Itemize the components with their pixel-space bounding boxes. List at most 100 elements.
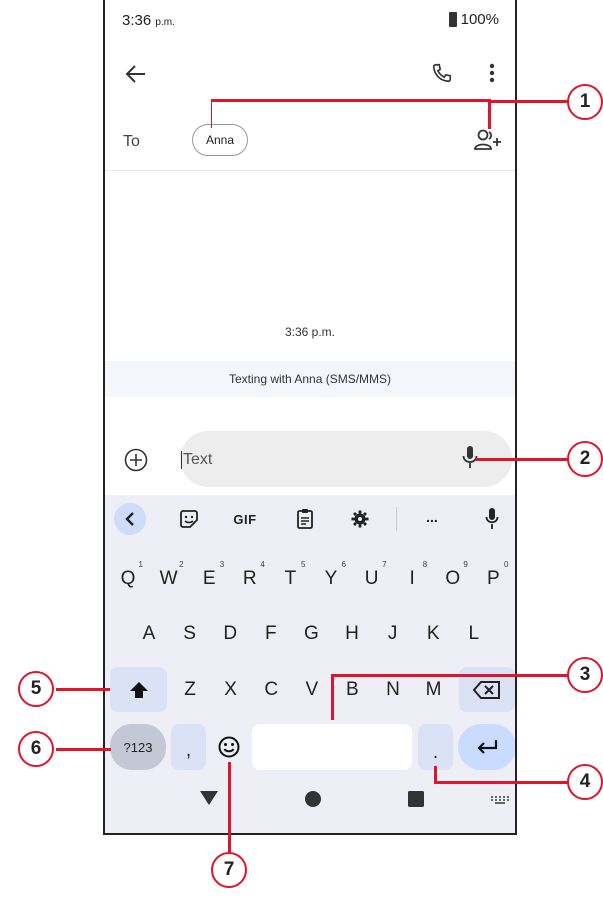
key-i[interactable]: I8 bbox=[393, 556, 431, 602]
backspace-icon bbox=[473, 680, 500, 699]
callout-2-line bbox=[476, 458, 568, 461]
key-label: E bbox=[202, 568, 216, 589]
callout-6: 6 bbox=[18, 731, 54, 767]
to-label: To bbox=[123, 133, 140, 150]
key-label: U bbox=[364, 568, 379, 589]
key-hint: 7 bbox=[382, 560, 387, 569]
key-hint: 6 bbox=[341, 560, 346, 569]
key-k[interactable]: K bbox=[414, 611, 452, 657]
key-o[interactable]: O9 bbox=[434, 556, 472, 602]
callout-5: 5 bbox=[18, 671, 54, 707]
key-label: T bbox=[284, 568, 297, 589]
key-hint: 0 bbox=[503, 560, 509, 569]
callout-6-line bbox=[56, 748, 111, 751]
key-s[interactable]: S bbox=[171, 611, 209, 657]
add-contact-icon[interactable] bbox=[474, 128, 502, 152]
key-label: I bbox=[409, 568, 415, 589]
key-label: W bbox=[159, 568, 178, 589]
phone-screen: 3:36 p.m. 100% To Anna 3:36 p.m. Texting… bbox=[103, 0, 517, 835]
comma-label: , bbox=[185, 740, 192, 761]
arrow-left-icon[interactable] bbox=[125, 64, 147, 84]
gif-button[interactable]: GIF bbox=[231, 508, 259, 530]
key-e[interactable]: E3 bbox=[190, 556, 228, 602]
period-key[interactable]: . bbox=[418, 724, 453, 770]
keyboard-switch-icon[interactable] bbox=[490, 795, 510, 805]
add-circle-icon[interactable] bbox=[124, 448, 148, 472]
key-l[interactable]: L bbox=[455, 611, 493, 657]
recipient-chip[interactable]: Anna bbox=[192, 124, 248, 156]
period-label: . bbox=[432, 742, 439, 763]
key-j[interactable]: J bbox=[374, 611, 412, 657]
keyboard: GIF ... Q1W2E3R4T5Y6U7I8O9P0 ASDFGHJKL Z… bbox=[105, 495, 515, 833]
callout-7-line bbox=[228, 762, 231, 854]
space-key[interactable] bbox=[252, 724, 412, 770]
key-w[interactable]: W2 bbox=[150, 556, 188, 602]
callout-5-line bbox=[56, 688, 110, 691]
key-y[interactable]: Y6 bbox=[312, 556, 350, 602]
key-h[interactable]: H bbox=[333, 611, 371, 657]
key-g[interactable]: G bbox=[292, 611, 330, 657]
key-hint: 8 bbox=[422, 560, 428, 569]
key-v[interactable]: V bbox=[293, 667, 331, 713]
key-c[interactable]: C bbox=[252, 667, 290, 713]
emoji-icon bbox=[218, 736, 239, 758]
callout-7: 7 bbox=[211, 852, 247, 888]
callout-2: 2 bbox=[567, 441, 603, 477]
battery-indicator: 100% bbox=[448, 11, 499, 28]
more-options-button[interactable]: ... bbox=[420, 505, 444, 529]
enter-icon bbox=[477, 740, 498, 754]
message-placeholder: Text bbox=[181, 451, 213, 469]
callout-4-line-b bbox=[434, 781, 568, 784]
key-hint: 4 bbox=[260, 560, 265, 569]
nav-recents-icon[interactable] bbox=[407, 790, 425, 808]
key-hint: 2 bbox=[179, 560, 184, 569]
key-d[interactable]: D bbox=[211, 611, 249, 657]
collapse-toolbar-button[interactable] bbox=[114, 503, 146, 535]
callout-3-line-b bbox=[331, 674, 568, 677]
chevron-left-icon bbox=[125, 512, 134, 526]
key-f[interactable]: F bbox=[252, 611, 290, 657]
key-label: R bbox=[242, 568, 257, 589]
callout-3: 3 bbox=[567, 657, 603, 693]
callout-1-line-d bbox=[488, 100, 568, 103]
symbols-key[interactable]: ?123 bbox=[110, 724, 166, 770]
key-label: Y bbox=[324, 568, 338, 589]
shift-key[interactable] bbox=[110, 667, 167, 712]
header-divider bbox=[105, 170, 515, 171]
key-hint: 5 bbox=[300, 560, 306, 569]
enter-key[interactable] bbox=[458, 724, 515, 770]
key-hint: 9 bbox=[463, 560, 468, 569]
key-a[interactable]: A bbox=[130, 611, 168, 657]
key-q[interactable]: Q1 bbox=[109, 556, 147, 602]
key-z[interactable]: Z bbox=[171, 667, 209, 713]
settings-icon[interactable] bbox=[351, 510, 369, 528]
key-hint: 1 bbox=[138, 560, 143, 569]
callout-4: 4 bbox=[567, 764, 603, 800]
key-p[interactable]: P0 bbox=[474, 556, 512, 602]
key-t[interactable]: T5 bbox=[271, 556, 309, 602]
key-u[interactable]: U7 bbox=[353, 556, 391, 602]
more-vert-icon[interactable] bbox=[489, 63, 495, 83]
callout-1-line-a bbox=[211, 99, 212, 128]
conversation-banner: Texting with Anna (SMS/MMS) bbox=[105, 361, 515, 397]
nav-back-icon[interactable] bbox=[199, 790, 219, 806]
key-x[interactable]: X bbox=[212, 667, 250, 713]
sticker-icon[interactable] bbox=[179, 509, 199, 529]
comma-key[interactable]: , bbox=[171, 724, 206, 770]
shift-arrow-icon bbox=[129, 681, 148, 698]
status-time: 3:36 p.m. bbox=[122, 12, 175, 29]
voice-input-icon[interactable] bbox=[485, 507, 499, 531]
nav-home-icon[interactable] bbox=[304, 790, 322, 808]
battery-icon bbox=[448, 12, 457, 27]
key-label: P bbox=[487, 568, 500, 589]
phone-icon[interactable] bbox=[431, 62, 453, 84]
clipboard-icon[interactable] bbox=[296, 508, 314, 530]
key-hint: 3 bbox=[219, 560, 225, 569]
toolbar-divider bbox=[396, 507, 397, 531]
key-label: O bbox=[445, 568, 461, 589]
message-timestamp: 3:36 p.m. bbox=[284, 325, 336, 339]
callout-1: 1 bbox=[567, 84, 603, 120]
callout-1-line-c bbox=[488, 99, 491, 129]
callout-3-line-a bbox=[331, 674, 334, 720]
key-r[interactable]: R4 bbox=[231, 556, 269, 602]
